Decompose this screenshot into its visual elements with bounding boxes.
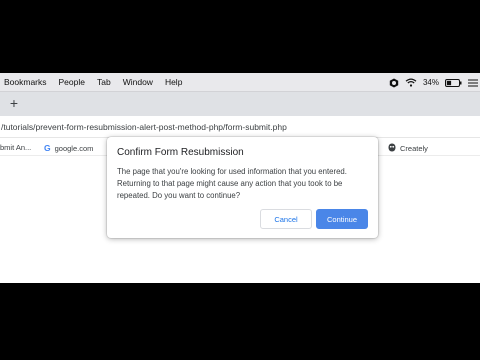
wifi-icon[interactable] <box>405 78 417 87</box>
dialog-message: The page that you're looking for used in… <box>117 167 347 200</box>
dialog-title: Confirm Form Resubmission <box>117 147 244 158</box>
mac-menu-bar: Bookmarks People Tab Window Help 34% <box>0 73 480 92</box>
google-icon: G <box>44 143 51 153</box>
menu-list-icon[interactable] <box>468 79 478 87</box>
menu-bookmarks[interactable]: Bookmarks <box>0 77 53 87</box>
continue-button[interactable]: Continue <box>316 209 368 229</box>
bookmark-item-google[interactable]: G google.com <box>44 143 93 153</box>
menu-window[interactable]: Window <box>117 77 159 87</box>
bookmark-label: Creately <box>400 144 428 153</box>
bookmark-item-submit[interactable]: bmit An... <box>0 143 31 152</box>
menu-tab[interactable]: Tab <box>91 77 117 87</box>
address-bar[interactable]: /tutorials/prevent-form-resubmission-ale… <box>0 116 480 138</box>
browser-screen: Bookmarks People Tab Window Help 34% + /… <box>0 73 480 283</box>
battery-icon[interactable] <box>445 78 462 87</box>
bookmark-label: google.com <box>54 143 94 153</box>
bookmark-item-creately[interactable]: Creately <box>388 143 428 154</box>
new-tab-button[interactable]: + <box>6 95 22 111</box>
bookmark-label: bmit An... <box>0 143 32 152</box>
cancel-button[interactable]: Cancel <box>260 209 312 229</box>
battery-percent: 34% <box>422 78 439 87</box>
menu-help[interactable]: Help <box>159 77 188 87</box>
creately-icon <box>388 143 396 154</box>
app-status-icon[interactable] <box>389 78 399 88</box>
url-text[interactable]: /tutorials/prevent-form-resubmission-ale… <box>1 122 287 132</box>
confirm-resubmission-dialog: Confirm Form Resubmission The page that … <box>107 137 378 238</box>
tab-strip: + <box>0 92 480 116</box>
menu-people[interactable]: People <box>53 77 91 87</box>
status-tray: 34% <box>389 73 480 92</box>
